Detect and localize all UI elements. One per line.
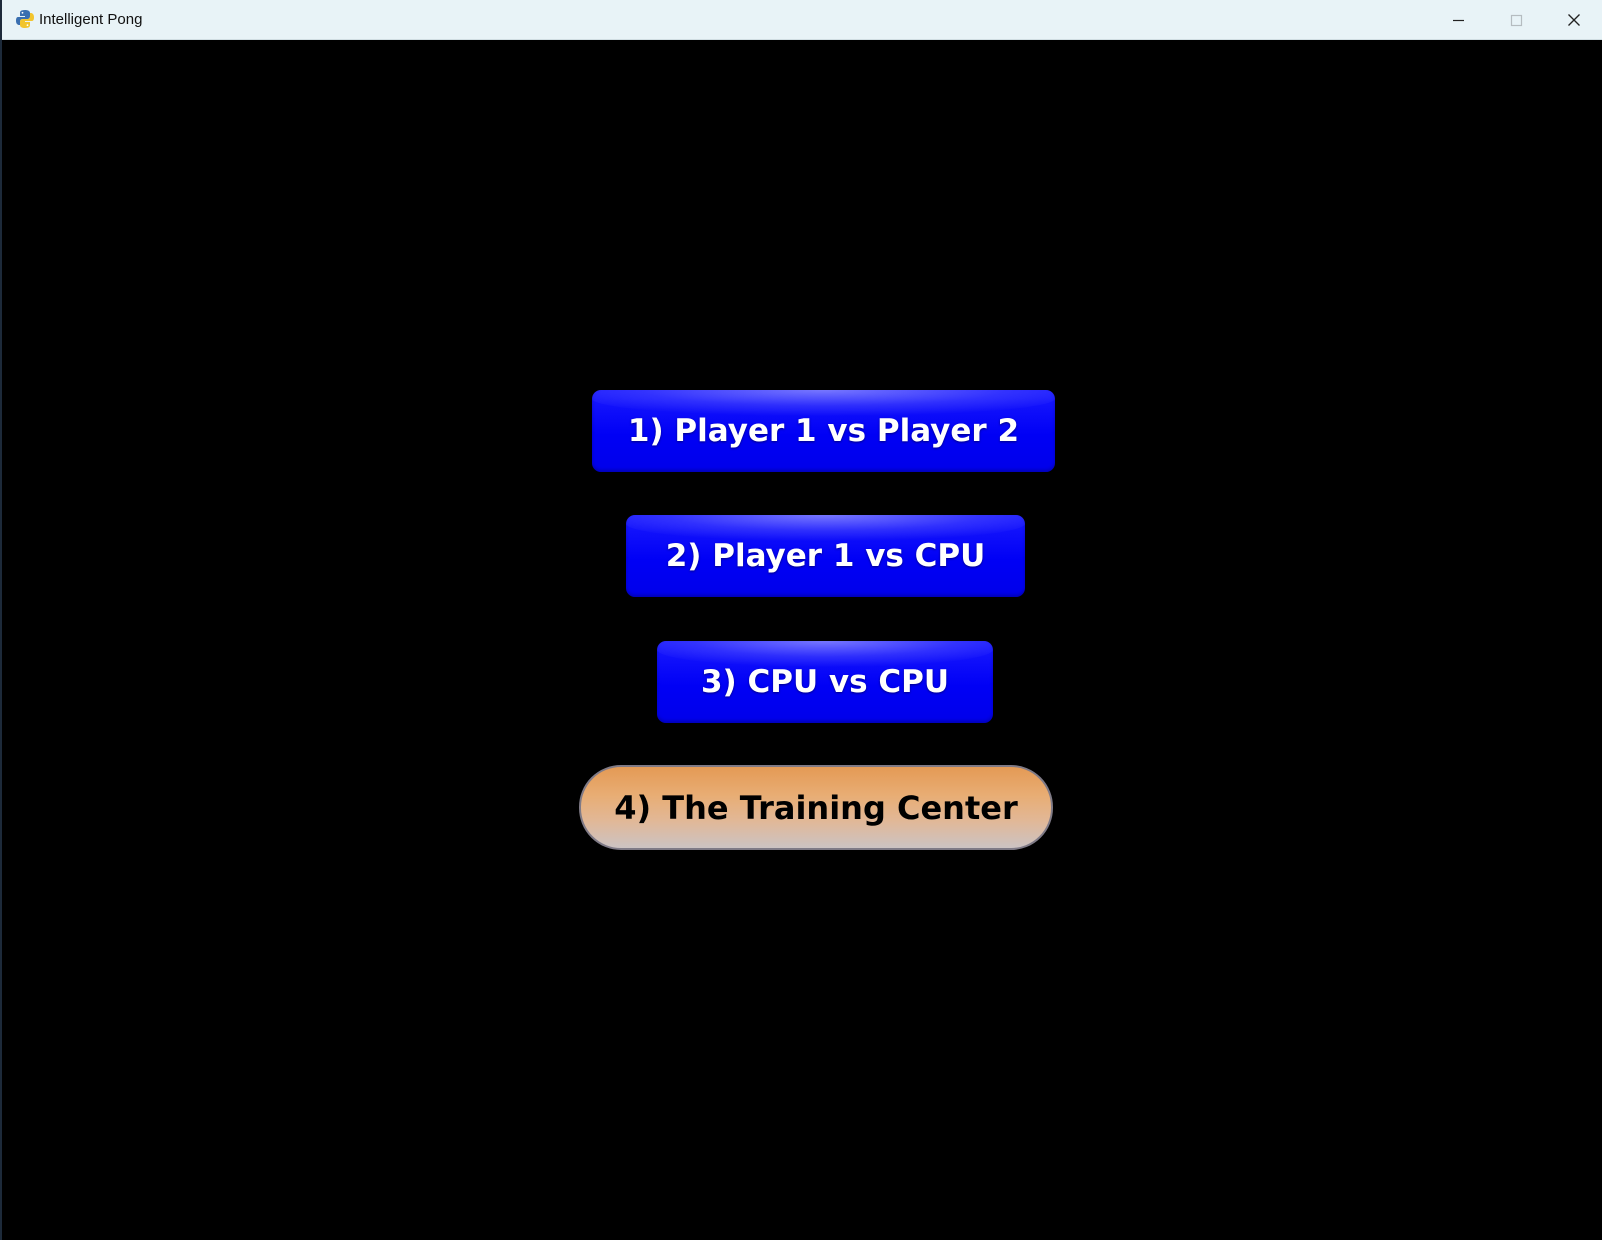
training-center-button[interactable]: 4) The Training Center <box>579 765 1053 850</box>
window-title: Intelligent Pong <box>39 11 143 28</box>
close-button[interactable] <box>1545 0 1602 40</box>
minimize-icon <box>1453 19 1464 22</box>
cpu-vs-cpu-button[interactable]: 3) CPU vs CPU <box>657 641 993 723</box>
title-bar[interactable]: Intelligent Pong <box>2 0 1602 40</box>
player-vs-player-label: 1) Player 1 vs Player 2 <box>627 413 1020 449</box>
python-icon <box>15 9 35 29</box>
app-window: Intelligent Pong 1) Player 1 vs Player 2… <box>0 0 1602 1240</box>
close-icon <box>1568 14 1580 26</box>
player-vs-cpu-button[interactable]: 2) Player 1 vs CPU <box>626 515 1025 597</box>
player-vs-cpu-label: 2) Player 1 vs CPU <box>665 538 986 574</box>
player-vs-player-button[interactable]: 1) Player 1 vs Player 2 <box>592 390 1055 472</box>
game-canvas <box>2 40 1602 1240</box>
minimize-button[interactable] <box>1429 0 1487 40</box>
maximize-icon <box>1510 14 1523 27</box>
training-center-label: 4) The Training Center <box>614 788 1018 827</box>
maximize-button[interactable] <box>1487 0 1545 40</box>
cpu-vs-cpu-label: 3) CPU vs CPU <box>700 664 950 700</box>
